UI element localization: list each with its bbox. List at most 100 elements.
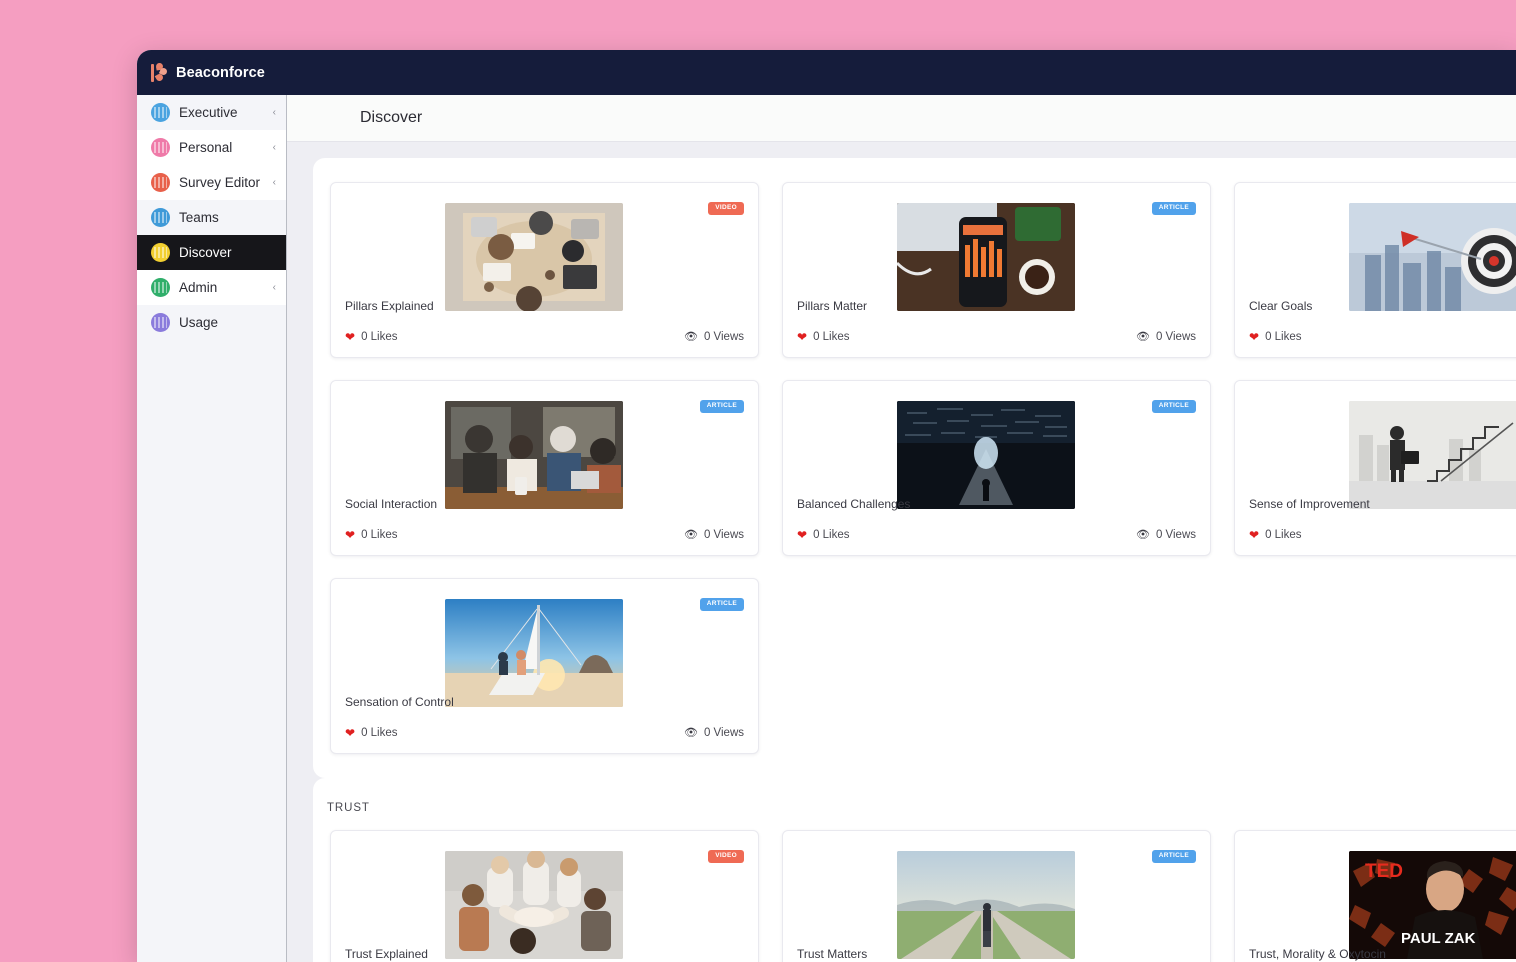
- heart-icon: ❤: [345, 726, 356, 740]
- page-header: Discover: [287, 95, 1516, 142]
- likes-group[interactable]: ❤ 0 Likes: [797, 529, 850, 541]
- eye-icon: 👁: [1135, 528, 1150, 541]
- card-title: Sense of Improvement: [1249, 497, 1370, 511]
- card-type-badge: ARTICLE: [699, 400, 744, 413]
- likes-group[interactable]: ❤ 0 Likes: [1249, 529, 1302, 541]
- card-thumbnail-people-cafe-laughing: [445, 401, 623, 509]
- chevron-left-icon[interactable]: ‹: [273, 107, 276, 118]
- brand-wordmark: Beaconforce: [176, 64, 265, 81]
- admin-icon: [151, 278, 170, 297]
- chevron-left-icon[interactable]: ‹: [273, 177, 276, 188]
- content-card[interactable]: Sense of Improvement❤0 Likes👁0 Views: [1234, 380, 1516, 556]
- content-card[interactable]: VIDEO Pillars Explained ❤ 0 Likes 👁 0 Views: [330, 182, 759, 358]
- chevron-left-icon[interactable]: ‹: [273, 142, 276, 153]
- content-card[interactable]: ARTICLE Pillars Matter ❤ 0 Likes 👁 0 Views: [782, 182, 1211, 358]
- heart-icon: ❤: [1249, 330, 1260, 344]
- views-count: 0 Views: [703, 529, 744, 541]
- likes-group[interactable]: ❤ 0 Likes: [1249, 331, 1302, 343]
- card-thumbnail-phone-bar-chart: [897, 203, 1075, 311]
- sidebar-item-label: Usage: [179, 315, 219, 330]
- card-meta: ❤ 0 Likes 👁 0 Views: [345, 529, 744, 541]
- content-card[interactable]: Clear Goals❤0 Likes👁0 Views: [1234, 182, 1516, 358]
- card-meta: ❤0 Likes👁0 Views: [797, 529, 1196, 541]
- likes-count: 0 Likes: [361, 727, 398, 739]
- sidebar: Executive ‹ Personal ‹ Survey Editor ‹ Teams Di…: [137, 95, 287, 962]
- likes-count: 0 Likes: [361, 529, 398, 541]
- heart-icon: ❤: [797, 528, 808, 542]
- content-card[interactable]: ARTICLETrust Matters❤0 Likes👁0 Views: [782, 830, 1211, 962]
- heart-icon: ❤: [345, 528, 356, 542]
- svg-text:PAUL ZAK: PAUL ZAK: [1401, 930, 1476, 947]
- teams-icon: [151, 208, 170, 227]
- card-title: Trust Matters: [797, 947, 868, 961]
- sidebar-item-label: Survey Editor: [179, 175, 261, 190]
- card-type-badge: VIDEO: [708, 850, 744, 863]
- card-meta: ❤0 Likes👁0 Views: [1249, 529, 1516, 541]
- eye-icon: 👁: [683, 330, 698, 343]
- card-type-badge: ARTICLE: [1151, 400, 1196, 413]
- likes-count: 0 Likes: [1265, 331, 1302, 343]
- sidebar-item-label: Discover: [179, 245, 232, 260]
- page-title: Discover: [360, 109, 423, 126]
- card-thumbnail-ted-paul-zak: TED PAUL ZAK: [1349, 851, 1516, 959]
- views-count: 0 Views: [1155, 331, 1196, 343]
- sidebar-item-label: Teams: [179, 210, 219, 225]
- content-card[interactable]: ARTICLE Sensation of Control ❤ 0 Likes 👁 0 Vi…: [330, 578, 759, 754]
- card-thumbnail-archery-target-city: [1349, 203, 1516, 311]
- likes-group[interactable]: ❤ 0 Likes: [345, 529, 398, 541]
- likes-group[interactable]: ❤ 0 Likes: [345, 727, 398, 739]
- likes-count: 0 Likes: [813, 331, 850, 343]
- card-grid: VIDEO Pillars Explained ❤ 0 Likes 👁 0 Views A…: [313, 182, 1516, 754]
- sidebar-item-executive[interactable]: Executive ‹: [137, 95, 286, 130]
- content-card[interactable]: VIDEOTrust Explained❤0 Likes👁0 Views: [330, 830, 759, 962]
- likes-group[interactable]: ❤ 0 Likes: [345, 331, 398, 343]
- card-meta: ❤0 Likes👁0 Views: [797, 331, 1196, 343]
- views-group: 👁 0 Views: [684, 529, 744, 541]
- card-thumbnail-person-dark-light-beam: [897, 401, 1075, 509]
- sidebar-item-admin[interactable]: Admin ‹: [137, 270, 286, 305]
- survey-editor-icon: [151, 173, 170, 192]
- views-count: 0 Views: [703, 331, 744, 343]
- content-card[interactable]: TED PAUL ZAKTrust, Morality & Oxytocin❤0…: [1234, 830, 1516, 962]
- usage-icon: [151, 313, 170, 332]
- sidebar-item-teams[interactable]: Teams: [137, 200, 286, 235]
- eye-icon: 👁: [683, 528, 698, 541]
- discover-scroll-area[interactable]: VIDEO Pillars Explained ❤ 0 Likes 👁 0 Views A…: [287, 142, 1516, 962]
- card-thumbnail-businessman-stairs: [1349, 401, 1516, 509]
- heart-icon: ❤: [345, 330, 356, 344]
- chevron-left-icon[interactable]: ‹: [273, 282, 276, 293]
- content-card[interactable]: ARTICLE Social Interaction ❤ 0 Likes 👁 0 View…: [330, 380, 759, 556]
- card-title: Balanced Challenges: [797, 497, 911, 511]
- likes-count: 0 Likes: [361, 331, 398, 343]
- card-thumbnail-team-hands-together: [445, 851, 623, 959]
- top-bar: Beaconforce: [137, 50, 1516, 95]
- card-thumbnail-meeting-table-overhead: [445, 203, 623, 311]
- sidebar-item-discover[interactable]: Discover: [137, 235, 286, 270]
- likes-count: 0 Likes: [1265, 529, 1302, 541]
- card-meta: ❤ 0 Likes 👁0 Views: [345, 727, 744, 739]
- card-type-badge: VIDEO: [708, 202, 744, 215]
- card-title: Sensation of Control: [345, 695, 454, 709]
- card-type-badge: ARTICLE: [1151, 202, 1196, 215]
- content-card[interactable]: ARTICLE Balanced Challenges ❤ 0 Likes 👁 0 Vie…: [782, 380, 1211, 556]
- card-title: Pillars Explained: [345, 299, 434, 313]
- heart-icon: ❤: [1249, 528, 1260, 542]
- card-grid: VIDEOTrust Explained❤0 Likes👁0 Views ART…: [313, 830, 1516, 962]
- sidebar-item-usage[interactable]: Usage: [137, 305, 286, 340]
- card-meta: ❤ 0 Likes 👁 0 Views: [345, 331, 744, 343]
- sidebar-item-label: Executive: [179, 105, 238, 120]
- content-area: Discover VIDEO Pillars Explained ❤ 0 Likes 👁…: [287, 95, 1516, 962]
- card-title: Pillars Matter: [797, 299, 868, 313]
- sidebar-item-label: Personal: [179, 140, 233, 155]
- views-group: 👁 0 Views: [684, 727, 744, 739]
- card-title: Clear Goals: [1249, 299, 1313, 313]
- content-panel: VIDEO Pillars Explained ❤ 0 Likes 👁 0 Views A…: [313, 158, 1516, 778]
- card-type-badge: ARTICLE: [1151, 850, 1196, 863]
- likes-group[interactable]: ❤ 0 Likes: [797, 331, 850, 343]
- heart-icon: ❤: [797, 330, 808, 344]
- svg-text:TED: TED: [1365, 861, 1403, 882]
- card-type-badge: ARTICLE: [699, 598, 744, 611]
- likes-count: 0 Likes: [813, 529, 850, 541]
- sidebar-item-survey-editor[interactable]: Survey Editor ‹: [137, 165, 286, 200]
- sidebar-item-personal[interactable]: Personal ‹: [137, 130, 286, 165]
